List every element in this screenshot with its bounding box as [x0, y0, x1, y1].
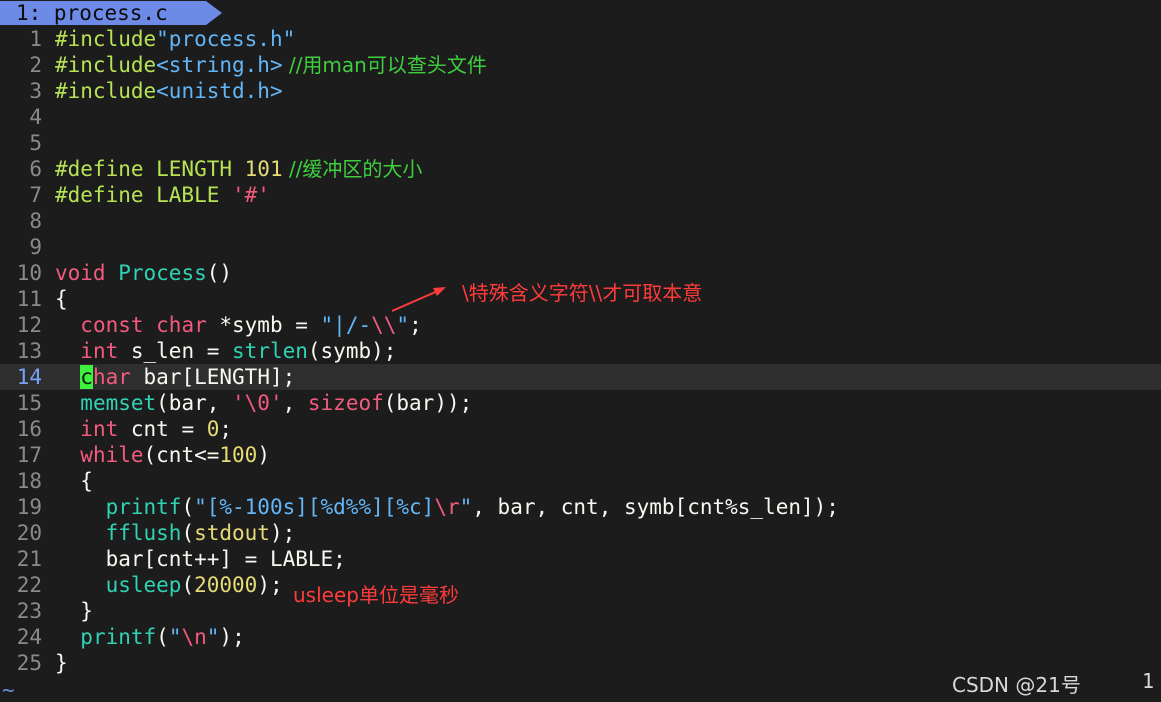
empty-line-marker: ~ [2, 678, 15, 702]
watermark: CSDN @21号 [952, 673, 1081, 697]
cursor-column-indicator: 1 [1142, 669, 1155, 693]
annotation-arrow-icon [391, 287, 446, 312]
usleep-annotation: usleep单位是毫秒 [293, 583, 459, 607]
escape-annotation: \特殊含义字符\\才可取本意 [462, 281, 703, 305]
